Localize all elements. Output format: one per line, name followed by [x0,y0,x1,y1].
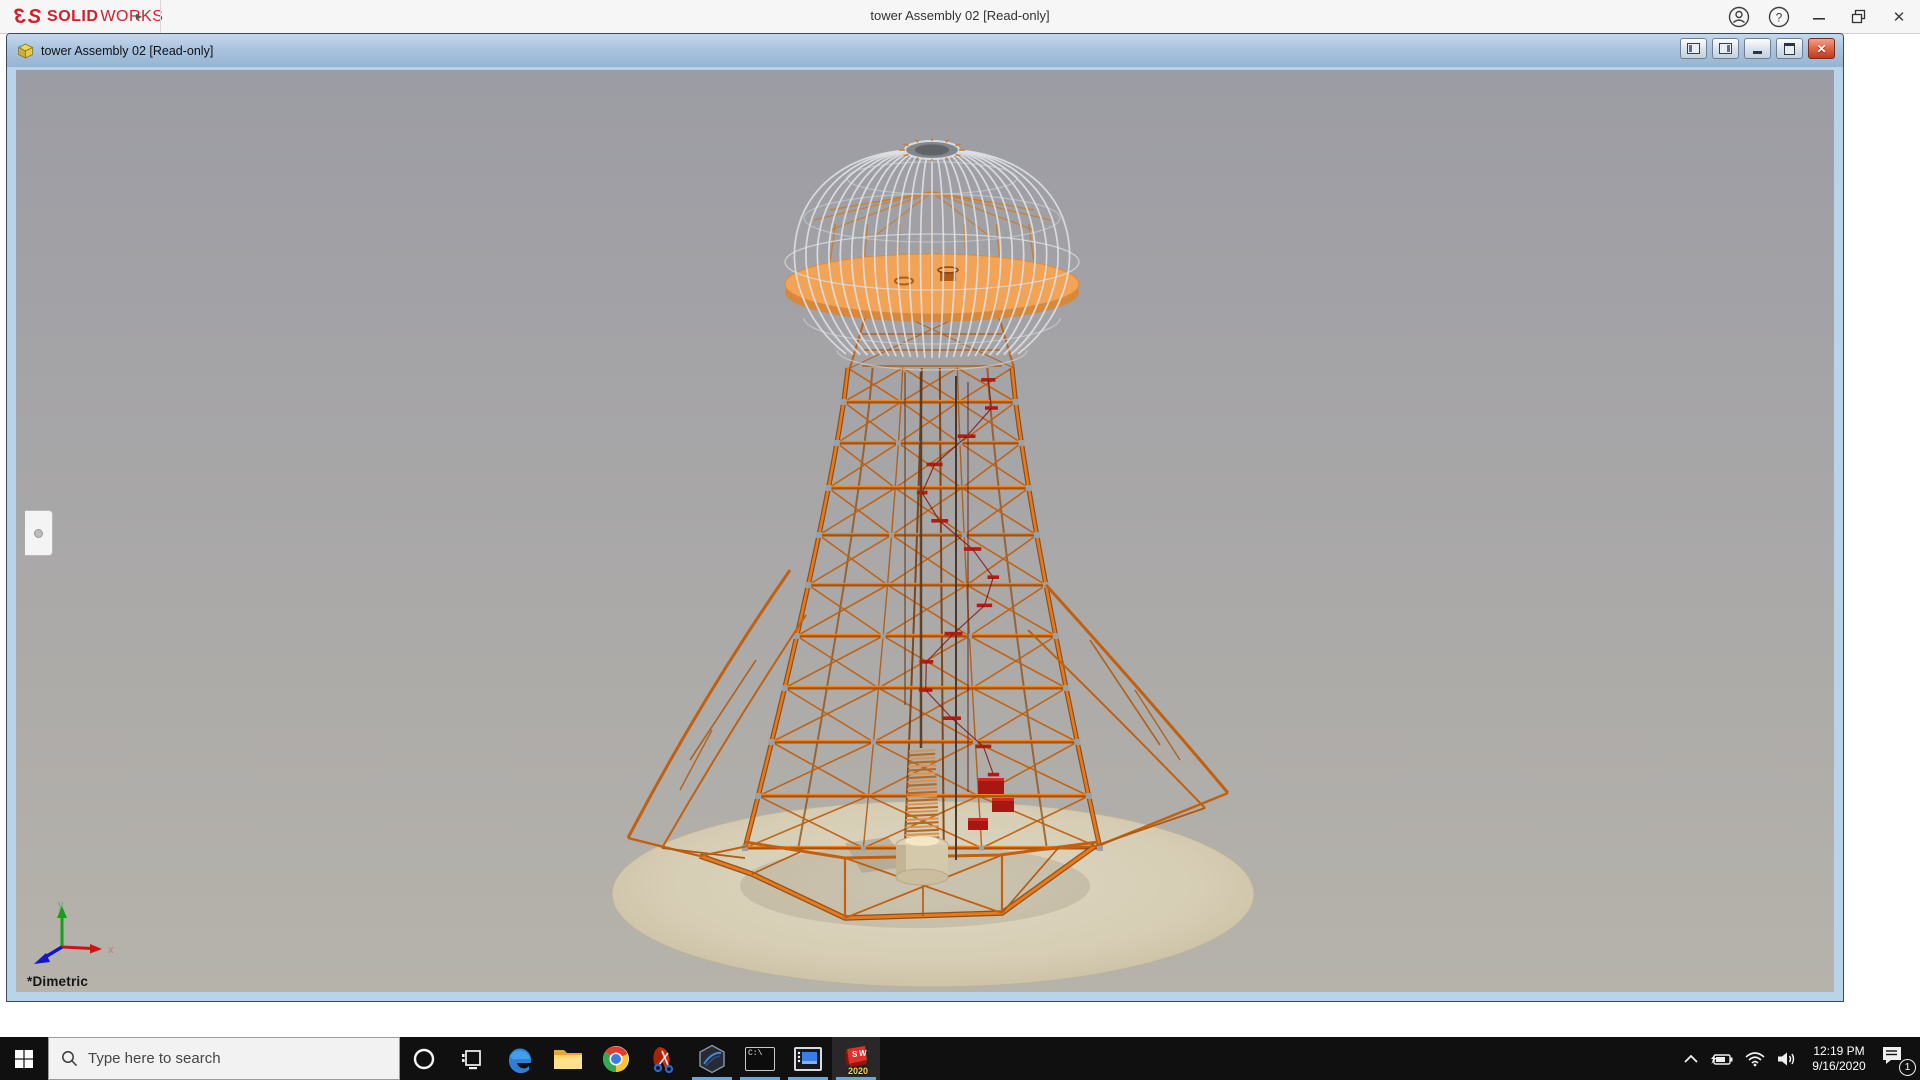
app-titlebar: 3 S SOLID WORKS ▸ tower Assembly 02 [Read… [0,0,1920,34]
tower-3d-model [611,138,1255,988]
document-window: tower Assembly 02 [Read-only] ✕ y x *Dim… [6,33,1844,1002]
solidworks-taskbar-button[interactable]: S W 2020 [832,1037,880,1080]
file-explorer-button[interactable] [544,1037,592,1080]
edge-button[interactable] [496,1037,544,1080]
orientation-triad: y x [34,899,114,964]
assembly-cube-icon [17,43,34,59]
snipping-app-button[interactable] [640,1037,688,1080]
cortana-icon [413,1048,435,1069]
command-prompt-button[interactable]: C:\ [736,1037,784,1080]
edge-icon [508,1047,531,1073]
volume-icon[interactable] [1776,1051,1798,1067]
hexagon-app-icon [699,1044,725,1073]
doc-close-button[interactable]: ✕ [1808,38,1835,59]
cortana-button[interactable] [400,1037,448,1080]
wifi-icon[interactable] [1744,1051,1766,1067]
graphics-viewport[interactable]: y x *Dimetric [16,70,1834,992]
start-button[interactable] [0,1037,48,1080]
taskbar-clock[interactable]: 12:19 PM 9/16/2020 [1808,1044,1870,1074]
file-explorer-icon [554,1049,582,1069]
featuremanager-tab-dot [34,528,43,538]
svg-text:?: ? [1776,10,1783,24]
solidworks-year-badge: 2020 [848,1065,869,1076]
taskbar: Type here to search C:\ S W 2020 12:19 P… [0,1037,1920,1080]
doc-pane-left-button[interactable] [1680,38,1707,59]
triad-x-label: x [108,944,114,956]
doc-restore-button[interactable] [1776,38,1803,59]
task-view-button[interactable] [448,1037,496,1080]
view-orientation-label: *Dimetric [27,974,89,989]
chrome-button[interactable] [592,1037,640,1080]
app-title: tower Assembly 02 [Read-only] [870,8,1050,23]
composer-button[interactable] [688,1037,736,1080]
tray-chevron-icon[interactable] [1682,1052,1700,1066]
media-app-icon [794,1046,822,1071]
tray-date: 9/16/2020 [1812,1058,1866,1073]
scissors-app-icon [653,1046,674,1073]
account-icon[interactable] [1726,4,1752,30]
battery-icon[interactable] [1710,1051,1734,1067]
doc-pane-right-button[interactable] [1712,38,1739,59]
viewport-frame: y x *Dimetric [7,67,1843,1001]
help-icon[interactable]: ? [1766,4,1792,30]
notification-count-badge: 1 [1899,1058,1916,1076]
chrome-icon [602,1045,629,1072]
svg-text:S: S [852,1050,858,1059]
minimize-icon[interactable] [1806,4,1832,30]
document-title: tower Assembly 02 [Read-only] [41,43,214,58]
task-view-icon [462,1049,481,1069]
media-app-button[interactable] [784,1037,832,1080]
system-tray: 12:19 PM 9/16/2020 1 [1682,1037,1920,1080]
action-center-button[interactable]: 1 [1880,1044,1916,1076]
close-icon[interactable]: ✕ [1886,4,1912,30]
featuremanager-collapsed-tab[interactable] [25,510,53,556]
restore-icon[interactable] [1846,4,1872,30]
search-placeholder: Type here to search [88,1050,221,1067]
doc-minimize-button[interactable] [1744,38,1771,59]
document-titlebar[interactable]: tower Assembly 02 [Read-only] ✕ [7,34,1843,67]
taskbar-search-input[interactable]: Type here to search [48,1037,400,1080]
tray-time: 12:19 PM [1813,1043,1865,1058]
search-icon [62,1051,78,1067]
svg-text:W: W [859,1049,867,1058]
taskbar-empty-area [880,1037,1682,1080]
desktop: { "app": { "brand_3": "3", "brand_s": "S… [0,0,1920,1080]
command-prompt-icon: C:\ [745,1046,775,1071]
